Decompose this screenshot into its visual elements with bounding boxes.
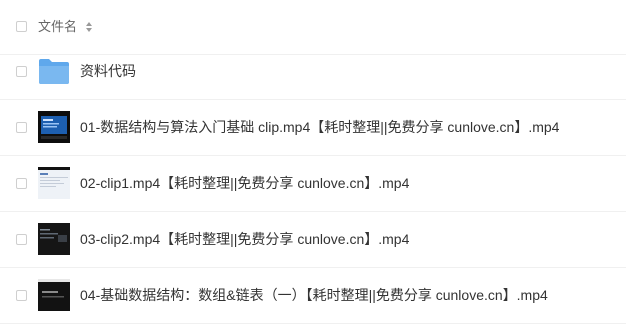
video-thumbnail [38, 279, 70, 311]
row-checkbox[interactable] [16, 234, 27, 245]
folder-icon [39, 59, 69, 84]
video-thumbnail [38, 223, 70, 255]
file-row[interactable]: 03-clip2.mp4【耗时整理||免费分享 cunlove.cn】.mp4 [0, 212, 626, 268]
file-row[interactable]: 01-数据结构与算法入门基础 clip.mp4【耗时整理||免费分享 cunlo… [0, 100, 626, 156]
file-name[interactable]: 03-clip2.mp4【耗时整理||免费分享 cunlove.cn】.mp4 [80, 229, 409, 249]
file-name[interactable]: 01-数据结构与算法入门基础 clip.mp4【耗时整理||免费分享 cunlo… [80, 117, 559, 137]
file-name[interactable]: 04-基础数据结构：数组&链表（一）【耗时整理||免费分享 cunlove.cn… [80, 285, 548, 305]
row-checkbox[interactable] [16, 290, 27, 301]
row-checkbox[interactable] [16, 178, 27, 189]
video-thumbnail [38, 111, 70, 143]
file-name[interactable]: 资料代码 [80, 61, 136, 81]
file-row[interactable]: 02-clip1.mp4【耗时整理||免费分享 cunlove.cn】.mp4 [0, 156, 626, 212]
row-checkbox[interactable] [16, 122, 27, 133]
file-name[interactable]: 02-clip1.mp4【耗时整理||免费分享 cunlove.cn】.mp4 [80, 173, 409, 193]
video-thumbnail [38, 167, 70, 199]
file-row[interactable]: 04-基础数据结构：数组&链表（一）【耗时整理||免费分享 cunlove.cn… [0, 268, 626, 324]
row-checkbox[interactable] [16, 66, 27, 77]
column-filename-label[interactable]: 文件名 [38, 17, 77, 37]
sort-icon[interactable] [85, 21, 93, 33]
select-all-checkbox[interactable] [16, 21, 27, 32]
file-row[interactable]: 资料代码 [0, 44, 626, 100]
